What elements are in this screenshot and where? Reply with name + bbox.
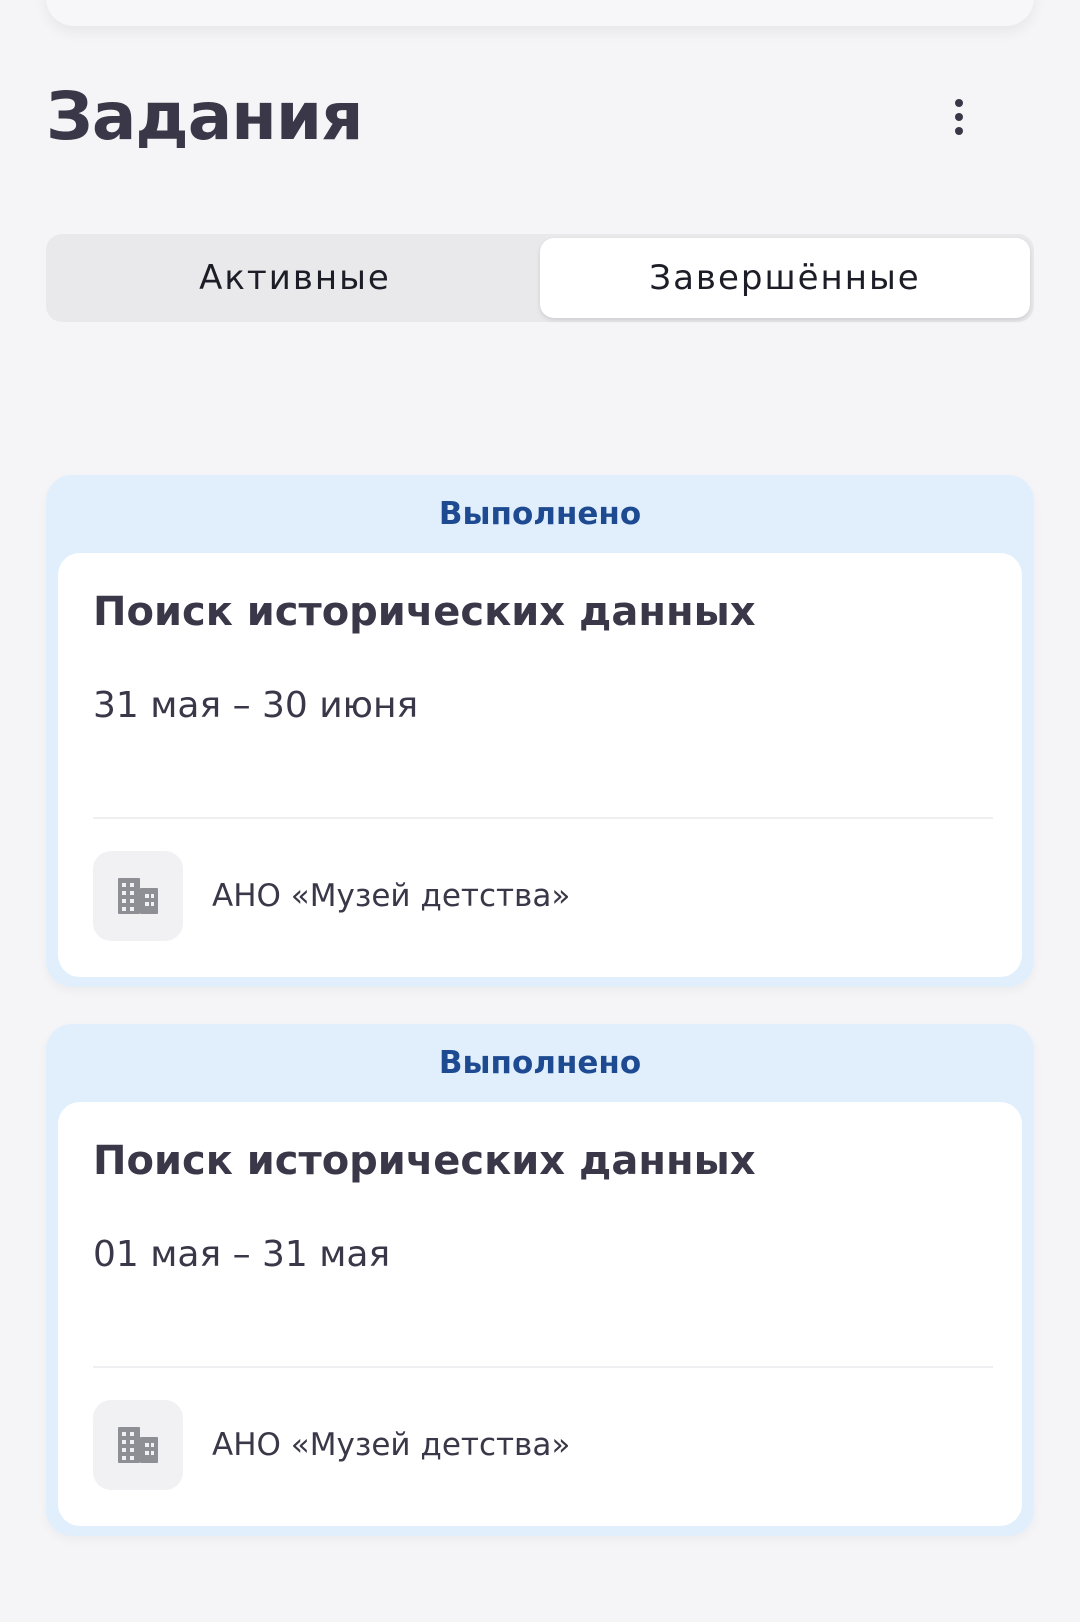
- organization-row[interactable]: АНО «Музей детства»: [93, 1400, 993, 1490]
- more-vertical-icon: [955, 99, 963, 107]
- page-header: Задания: [46, 72, 1034, 162]
- organization-row[interactable]: АНО «Музей детства»: [93, 851, 993, 941]
- task-card-body: Поиск исторических данных 31 мая – 30 ию…: [58, 553, 1022, 977]
- more-vertical-icon-dot: [955, 127, 963, 135]
- status-badge: Выполнено: [438, 1045, 642, 1081]
- task-card-body: Поиск исторических данных 01 мая – 31 ма…: [58, 1102, 1022, 1526]
- more-options-button[interactable]: [934, 92, 984, 142]
- divider: [93, 817, 993, 819]
- task-dates: 01 мая – 31 мая: [93, 1234, 391, 1275]
- tab-active[interactable]: Активные: [50, 238, 540, 318]
- task-title: Поиск исторических данных: [93, 1138, 756, 1184]
- organization-name: АНО «Музей детства»: [212, 1427, 571, 1463]
- status-badge: Выполнено: [438, 496, 642, 532]
- building-icon: [93, 1400, 183, 1490]
- organization-name: АНО «Музей детства»: [212, 878, 571, 914]
- divider: [93, 1366, 993, 1368]
- tab-completed[interactable]: Завершённые: [540, 238, 1030, 318]
- task-card[interactable]: Выполнено Поиск исторических данных 01 м…: [46, 1024, 1034, 1536]
- task-card[interactable]: Выполнено Поиск исторических данных 31 м…: [46, 475, 1034, 987]
- tasks-tab-switcher: Активные Завершённые: [46, 234, 1034, 322]
- building-icon: [93, 851, 183, 941]
- top-sheet-edge: [46, 0, 1034, 26]
- more-vertical-icon-dot: [955, 113, 963, 121]
- task-dates: 31 мая – 30 июня: [93, 685, 419, 726]
- task-title: Поиск исторических данных: [93, 589, 756, 635]
- page-title: Задания: [46, 78, 363, 155]
